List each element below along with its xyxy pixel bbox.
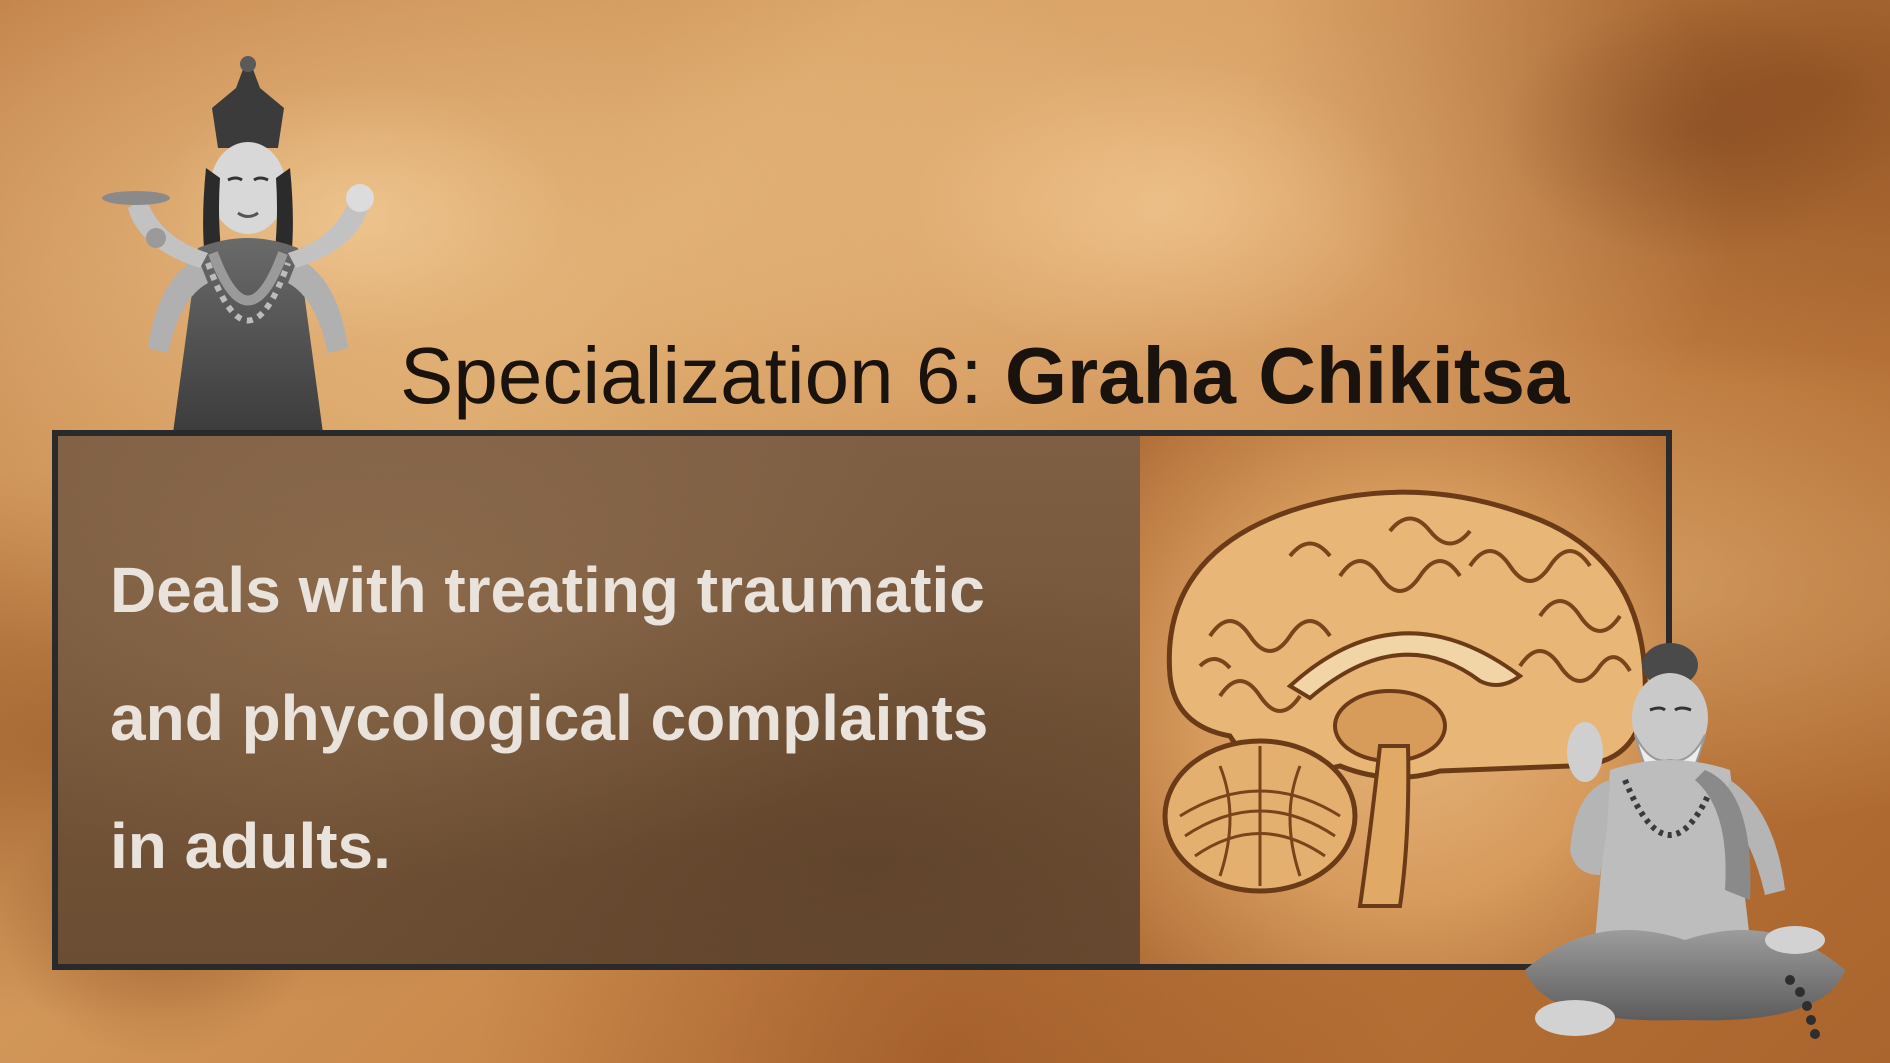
body-line: in adults. — [110, 810, 391, 882]
body-line: Deals with treating traumatic — [110, 554, 985, 626]
parchment-texture-spot — [900, 60, 1420, 360]
parchment-texture-spot — [1500, 0, 1890, 260]
title-emphasis: Graha Chikitsa — [1004, 331, 1570, 420]
body-line: and phycological complaints — [110, 682, 989, 754]
seated-sage-illustration — [1525, 643, 1845, 1039]
deity-illustration — [102, 56, 374, 433]
body-text: Deals with treating traumatic and phycol… — [110, 526, 1120, 910]
panel-text-area: Deals with treating traumatic and phycol… — [58, 436, 1140, 964]
slide-title: Specialization 6: Graha Chikitsa — [400, 330, 1569, 422]
title-prefix: Specialization 6: — [400, 331, 983, 420]
content-panel: Deals with treating traumatic and phycol… — [52, 430, 1672, 970]
